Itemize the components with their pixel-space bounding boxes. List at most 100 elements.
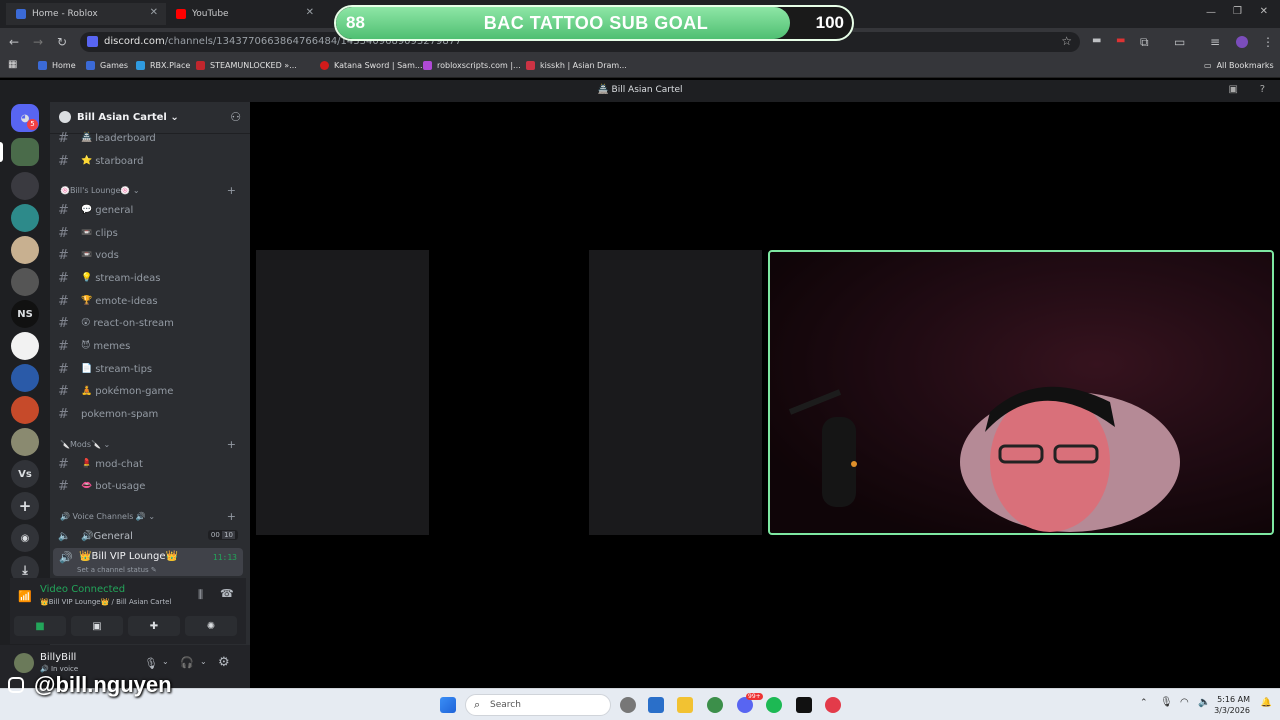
channel-leaderboard[interactable]: # 🏯 leaderboard bbox=[58, 128, 246, 148]
bookmark-rbxplace[interactable]: RBX.Place bbox=[136, 61, 190, 70]
channel-react-on-stream[interactable]: # 😲 react-on-stream bbox=[58, 313, 246, 333]
category-mods[interactable]: 🔪 Mods 🔪 ⌄ + bbox=[60, 438, 240, 451]
category-bills-lounge[interactable]: 🍥 Bill's Lounge 🍥 ⌄ + bbox=[60, 184, 240, 197]
bookmark-steamunlocked[interactable]: STEAMUNLOCKED »... bbox=[196, 61, 297, 70]
channel-mod-chat[interactable]: # 💄 mod-chat bbox=[58, 454, 246, 474]
minimize-icon[interactable]: — bbox=[1206, 7, 1216, 18]
close-tab-icon[interactable]: ✕ bbox=[306, 7, 314, 18]
settings-gear-icon[interactable]: ⚙ bbox=[218, 655, 230, 670]
chevron-down-icon[interactable]: ⌄ bbox=[200, 657, 207, 666]
screen-share-button[interactable]: ▣ bbox=[71, 616, 123, 636]
video-tile[interactable] bbox=[256, 250, 429, 535]
create-channel-icon[interactable]: + bbox=[227, 510, 236, 523]
volume-icon[interactable]: 🔈 bbox=[1198, 697, 1210, 708]
channel-memes[interactable]: # 😈 memes bbox=[58, 336, 246, 356]
cast-icon[interactable]: ▭ bbox=[1174, 35, 1185, 49]
bookmark-robloxscripts[interactable]: robloxscripts.com |... bbox=[423, 61, 521, 70]
opera-gx-icon[interactable] bbox=[825, 697, 841, 713]
webcam-video-tile[interactable] bbox=[768, 250, 1274, 535]
bookmark-home[interactable]: Home bbox=[38, 61, 76, 70]
username[interactable]: BillyBill bbox=[40, 652, 76, 663]
channel-pokemon-spam[interactable]: # pokemon-spam bbox=[58, 404, 246, 424]
system-clock[interactable]: 5:16 AM 3/3/2026 bbox=[1214, 694, 1250, 716]
hash-icon: # bbox=[58, 130, 69, 146]
channel-general[interactable]: # 💬 general bbox=[58, 200, 246, 220]
channel-bot-usage[interactable]: # 👄 bot-usage bbox=[58, 476, 246, 496]
category-voice-channels[interactable]: 🔊 Voice Channels 🔊 ⌄ + bbox=[60, 510, 240, 523]
channel-vods[interactable]: # 📼 vods bbox=[58, 245, 246, 265]
extension-red-icon[interactable]: ▬ bbox=[1116, 35, 1125, 46]
media-icon[interactable]: ≡ bbox=[1210, 35, 1220, 49]
server-icon[interactable] bbox=[11, 396, 39, 424]
robloxscripts-icon bbox=[423, 61, 432, 70]
chevron-down-icon[interactable]: ⌄ bbox=[162, 657, 169, 666]
inbox-icon[interactable]: ▣ bbox=[1229, 84, 1238, 95]
microphone-icon[interactable]: 🎙 bbox=[144, 657, 158, 670]
server-icon[interactable] bbox=[11, 236, 39, 264]
voice-channel-vip-lounge[interactable]: 🔊 👑Bill VIP Lounge👑 11:13 Set a channel … bbox=[53, 548, 243, 576]
bookmark-games[interactable]: Games bbox=[86, 61, 128, 70]
activities-button[interactable]: ✚ bbox=[128, 616, 180, 636]
server-vs[interactable]: Vs bbox=[11, 460, 39, 488]
channel-stream-tips[interactable]: # 📄 stream-tips bbox=[58, 359, 246, 379]
back-icon[interactable]: ← bbox=[9, 35, 19, 49]
discover-compass-icon[interactable]: ◉ bbox=[11, 524, 39, 552]
invite-member-icon[interactable]: ⚇ bbox=[230, 110, 241, 124]
tab-youtube[interactable]: YouTube ✕ bbox=[166, 3, 322, 25]
menu-icon[interactable]: ⋮ bbox=[1262, 35, 1274, 49]
all-bookmarks[interactable]: ▭ All Bookmarks bbox=[1204, 61, 1274, 70]
start-windows-icon[interactable] bbox=[440, 697, 456, 713]
server-icon[interactable] bbox=[11, 364, 39, 392]
voice-location[interactable]: 👑Bill VIP Lounge👑 / Bill Asian Cartel bbox=[40, 598, 171, 606]
chrome-icon[interactable] bbox=[707, 697, 723, 713]
notification-bell-icon[interactable]: 🔔 bbox=[1261, 698, 1272, 708]
reload-icon[interactable]: ↻ bbox=[57, 35, 67, 49]
create-channel-icon[interactable]: + bbox=[227, 184, 236, 197]
server-bill-asian-cartel[interactable] bbox=[11, 138, 39, 166]
voice-channel-general[interactable]: 🔈 🔊 General 00 10 bbox=[58, 525, 246, 547]
bookmark-star-icon[interactable]: ☆ bbox=[1061, 34, 1072, 48]
avatar[interactable] bbox=[14, 653, 34, 673]
channel-status-link[interactable]: Set a channel status ✎ bbox=[77, 566, 157, 574]
extensions-puzzle-icon[interactable]: ⧉ bbox=[1140, 35, 1149, 50]
noise-suppression-icon[interactable]: ⫼ bbox=[198, 588, 203, 602]
channel-pokemon-game[interactable]: # 🧘 pokémon-game bbox=[58, 381, 246, 401]
server-icon[interactable] bbox=[11, 428, 39, 456]
disconnect-icon[interactable]: ☎ bbox=[220, 587, 234, 600]
widgets-icon[interactable] bbox=[648, 697, 664, 713]
taskbar-search[interactable]: ⌕ Search bbox=[465, 694, 611, 716]
add-server-icon[interactable]: + bbox=[11, 492, 39, 520]
channel-emote-ideas[interactable]: # 🏆 emote-ideas bbox=[58, 291, 246, 311]
tab-roblox[interactable]: Home - Roblox ✕ bbox=[6, 3, 166, 25]
bookmark-katana[interactable]: Katana Sword | Sam... bbox=[320, 61, 423, 70]
camera-button[interactable]: ■ bbox=[14, 616, 66, 636]
channel-clips[interactable]: # 📼 clips bbox=[58, 223, 246, 243]
create-channel-icon[interactable]: + bbox=[227, 438, 236, 451]
task-view-icon[interactable] bbox=[620, 697, 636, 713]
profile-avatar[interactable] bbox=[1236, 36, 1248, 48]
app-icon[interactable] bbox=[796, 697, 812, 713]
apps-grid-icon[interactable]: ▦ bbox=[8, 59, 17, 70]
extension-icon[interactable]: ▬ bbox=[1092, 35, 1101, 46]
server-icon[interactable] bbox=[11, 332, 39, 360]
server-icon[interactable] bbox=[11, 204, 39, 232]
channel-starboard[interactable]: # ⭐ starboard bbox=[58, 151, 246, 171]
channel-stream-ideas[interactable]: # 💡 stream-ideas bbox=[58, 268, 246, 288]
soundboard-button[interactable]: ✺ bbox=[185, 616, 237, 636]
close-tab-icon[interactable]: ✕ bbox=[150, 7, 158, 18]
chevron-up-icon[interactable]: ⌃ bbox=[1140, 698, 1148, 708]
file-explorer-icon[interactable] bbox=[677, 697, 693, 713]
bookmark-kisskh[interactable]: kisskh | Asian Dram... bbox=[526, 61, 627, 70]
maximize-icon[interactable]: ❐ bbox=[1233, 6, 1242, 17]
video-tile[interactable] bbox=[589, 250, 762, 535]
microphone-tray-icon[interactable]: 🎙 bbox=[1160, 697, 1173, 708]
server-icon[interactable] bbox=[11, 268, 39, 296]
wifi-icon[interactable]: ◠ bbox=[1180, 697, 1189, 708]
close-window-icon[interactable]: ✕ bbox=[1260, 6, 1268, 17]
forward-icon[interactable]: → bbox=[33, 35, 43, 49]
server-ns[interactable]: NS bbox=[11, 300, 39, 328]
help-icon[interactable]: ? bbox=[1260, 84, 1265, 95]
server-icon[interactable] bbox=[11, 172, 39, 200]
headphones-icon[interactable]: 🎧 bbox=[180, 656, 194, 669]
spotify-icon[interactable] bbox=[766, 697, 782, 713]
